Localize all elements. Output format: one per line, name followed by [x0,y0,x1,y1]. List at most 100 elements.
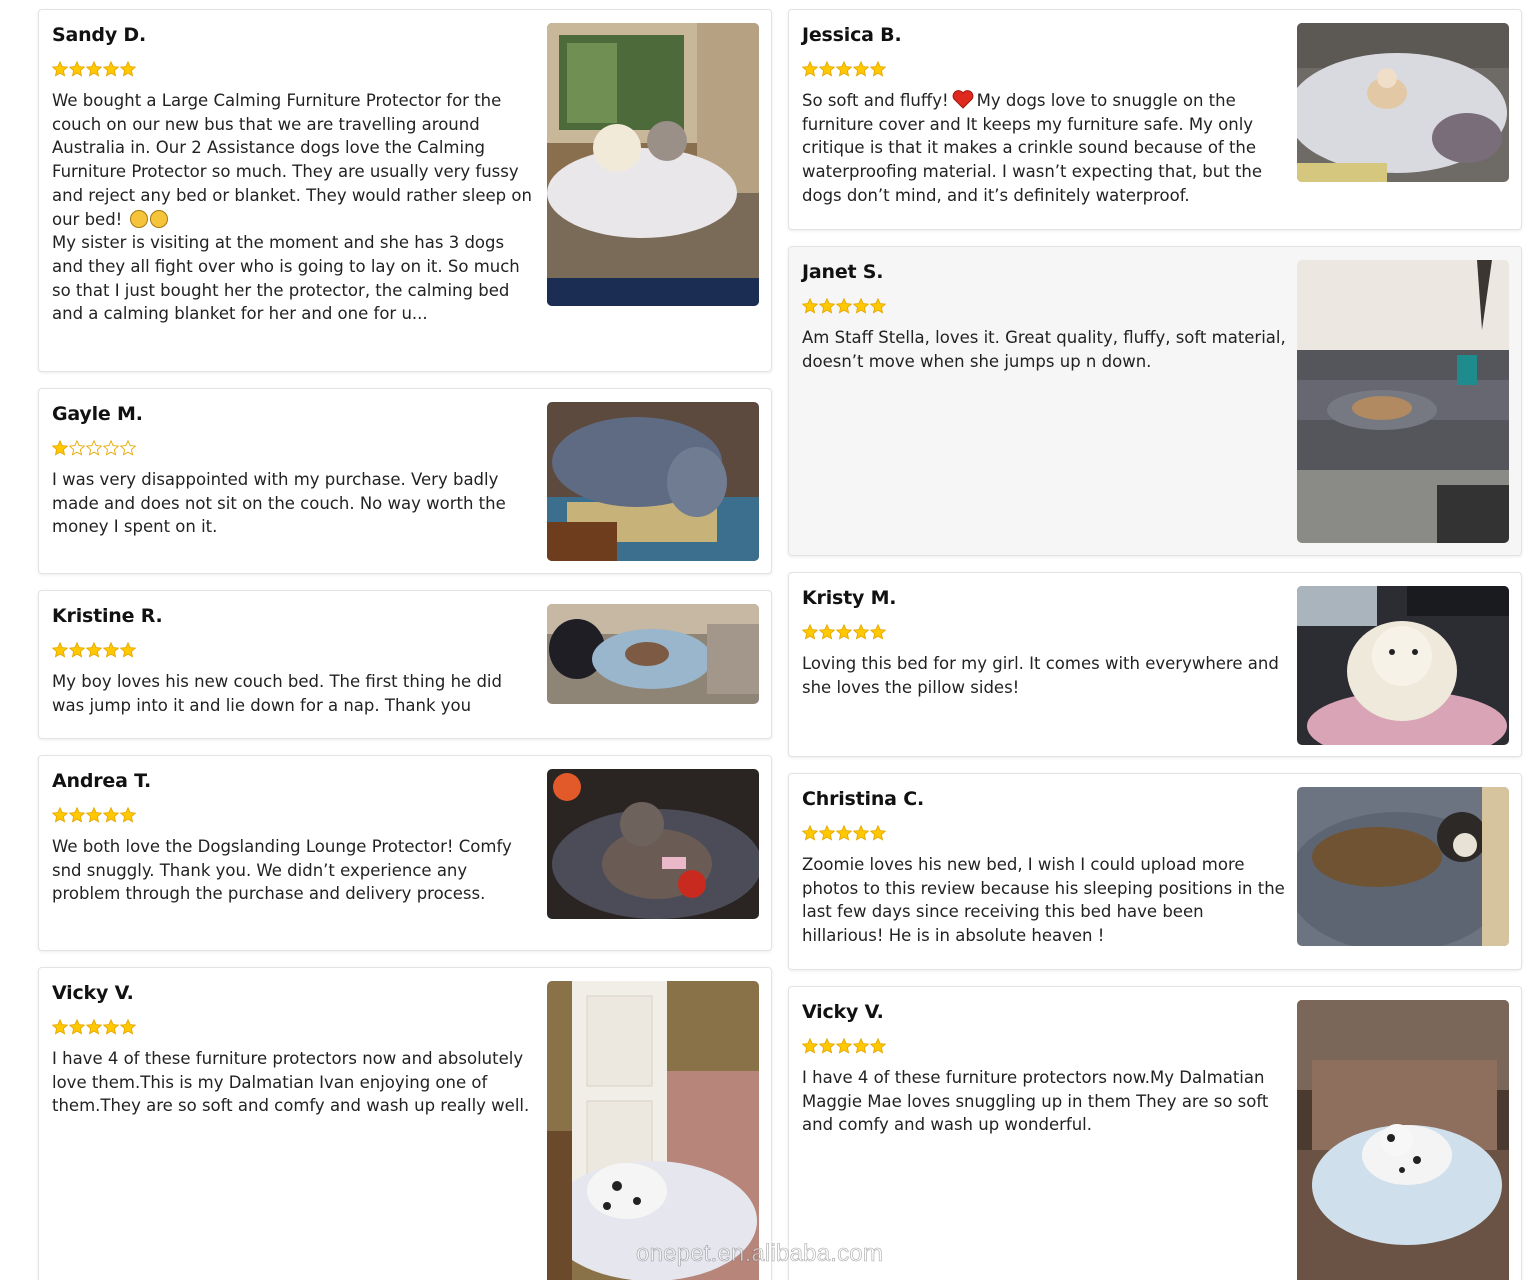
star-filled-icon [853,61,869,77]
review-photo[interactable] [547,769,759,919]
star-filled-icon [69,61,85,77]
review-text: I was very disappointed with my purchase… [52,470,506,537]
star-filled-icon [819,1038,835,1054]
star-rating [802,1038,1288,1056]
review-card: Andrea T. We both love the Dogslanding L… [38,755,772,951]
star-filled-icon [853,825,869,841]
review-body: Andrea T. We both love the Dogslanding L… [52,769,538,937]
star-filled-icon [853,298,869,314]
review-card: Gayle M. I was very disappointed with my… [38,388,772,574]
rofl-emoji-icon [149,209,168,228]
review-text: Am Staff Stella, loves it. Great quality… [802,328,1286,371]
review-photo[interactable] [1297,1000,1509,1280]
review-text: I have 4 of these furniture protectors n… [802,1068,1269,1135]
star-filled-icon [853,1038,869,1054]
star-filled-icon [86,807,102,823]
star-rating [52,61,538,79]
reviews-column-left: Sandy D. We bought a Large Calming Furni… [38,9,772,1280]
star-filled-icon [870,624,886,640]
review-text: I have 4 of these furniture protectors n… [52,1049,530,1116]
review-card: Christina C. Zoomie loves his new bed, I… [788,773,1522,970]
star-rating [52,1019,538,1037]
star-filled-icon [836,61,852,77]
star-filled-icon [52,440,68,456]
star-filled-icon [802,624,818,640]
review-card: Kristy M. Loving this bed for my girl. I… [788,572,1522,757]
star-filled-icon [120,1019,136,1035]
star-filled-icon [802,1038,818,1054]
review-card: Vicky V. I have 4 of these furniture pro… [788,986,1522,1280]
reviewer-name: Christina C. [802,788,924,810]
star-filled-icon [819,298,835,314]
review-text: So soft and fluffy! My dogs love to snugg… [802,90,1263,205]
star-filled-icon [836,624,852,640]
reviewer-name: Gayle M. [52,403,143,425]
star-rating [802,61,1288,79]
reviewer-name: Jessica B. [802,24,902,46]
star-rating [52,807,538,825]
star-filled-icon [52,61,68,77]
review-photo[interactable] [547,604,759,704]
review-body: Vicky V. I have 4 of these furniture pro… [52,981,538,1280]
star-rating [52,440,538,458]
star-rating [802,624,1288,642]
star-filled-icon [120,642,136,658]
review-body: Gayle M. I was very disappointed with my… [52,402,538,560]
star-filled-icon [120,807,136,823]
review-photo[interactable] [1297,260,1509,543]
review-body: Kristine R. My boy loves his new couch b… [52,604,538,725]
review-card: Sandy D. We bought a Large Calming Furni… [38,9,772,372]
review-photo[interactable] [547,981,759,1280]
heart-icon [952,90,973,109]
star-filled-icon [52,807,68,823]
star-filled-icon [120,61,136,77]
review-body: Vicky V. I have 4 of these furniture pro… [802,1000,1288,1280]
review-card: Jessica B. So soft and fluffy! My dogs lo… [788,9,1522,230]
star-filled-icon [870,825,886,841]
reviews-column-right: Jessica B. So soft and fluffy! My dogs lo… [788,9,1522,1280]
star-filled-icon [836,1038,852,1054]
star-rating [802,825,1288,843]
review-text: Loving this bed for my girl. It comes wi… [802,654,1279,697]
star-filled-icon [870,61,886,77]
star-empty-icon [103,440,119,456]
star-empty-icon [69,440,85,456]
review-card: Vicky V. I have 4 of these furniture pro… [38,967,772,1280]
reviewer-name: Andrea T. [52,770,152,792]
review-photo[interactable] [1297,23,1509,182]
review-photo[interactable] [547,23,759,306]
star-filled-icon [86,1019,102,1035]
star-filled-icon [819,624,835,640]
star-rating [802,298,1288,316]
review-body: Sandy D. We bought a Large Calming Furni… [52,23,538,358]
star-filled-icon [86,61,102,77]
star-filled-icon [853,624,869,640]
star-filled-icon [86,642,102,658]
star-empty-icon [120,440,136,456]
review-text: We both love the Dogslanding Lounge Prot… [52,837,512,904]
star-rating [52,642,538,660]
review-text: Zoomie loves his new bed, I wish I could… [802,855,1285,946]
star-filled-icon [870,298,886,314]
reviewer-name: Janet S. [802,261,884,283]
star-filled-icon [69,1019,85,1035]
star-filled-icon [103,1019,119,1035]
reviewer-name: Kristine R. [52,605,163,627]
review-photo[interactable] [547,402,759,561]
review-photo[interactable] [1297,586,1509,745]
star-filled-icon [69,807,85,823]
review-card: Janet S. Am Staff Stella, loves it. Grea… [788,246,1522,556]
reviewer-name: Vicky V. [802,1001,884,1023]
star-filled-icon [836,298,852,314]
review-body: Christina C. Zoomie loves his new bed, I… [802,787,1288,956]
star-filled-icon [52,1019,68,1035]
reviewer-name: Kristy M. [802,587,897,609]
review-text: My boy loves his new couch bed. The firs… [52,672,502,715]
review-body: Kristy M. Loving this bed for my girl. I… [802,586,1288,743]
review-photo[interactable] [1297,787,1509,946]
star-filled-icon [103,642,119,658]
review-text: We bought a Large Calming Furniture Prot… [52,91,532,324]
star-filled-icon [802,61,818,77]
review-body: Janet S. Am Staff Stella, loves it. Grea… [802,260,1288,542]
star-filled-icon [103,807,119,823]
